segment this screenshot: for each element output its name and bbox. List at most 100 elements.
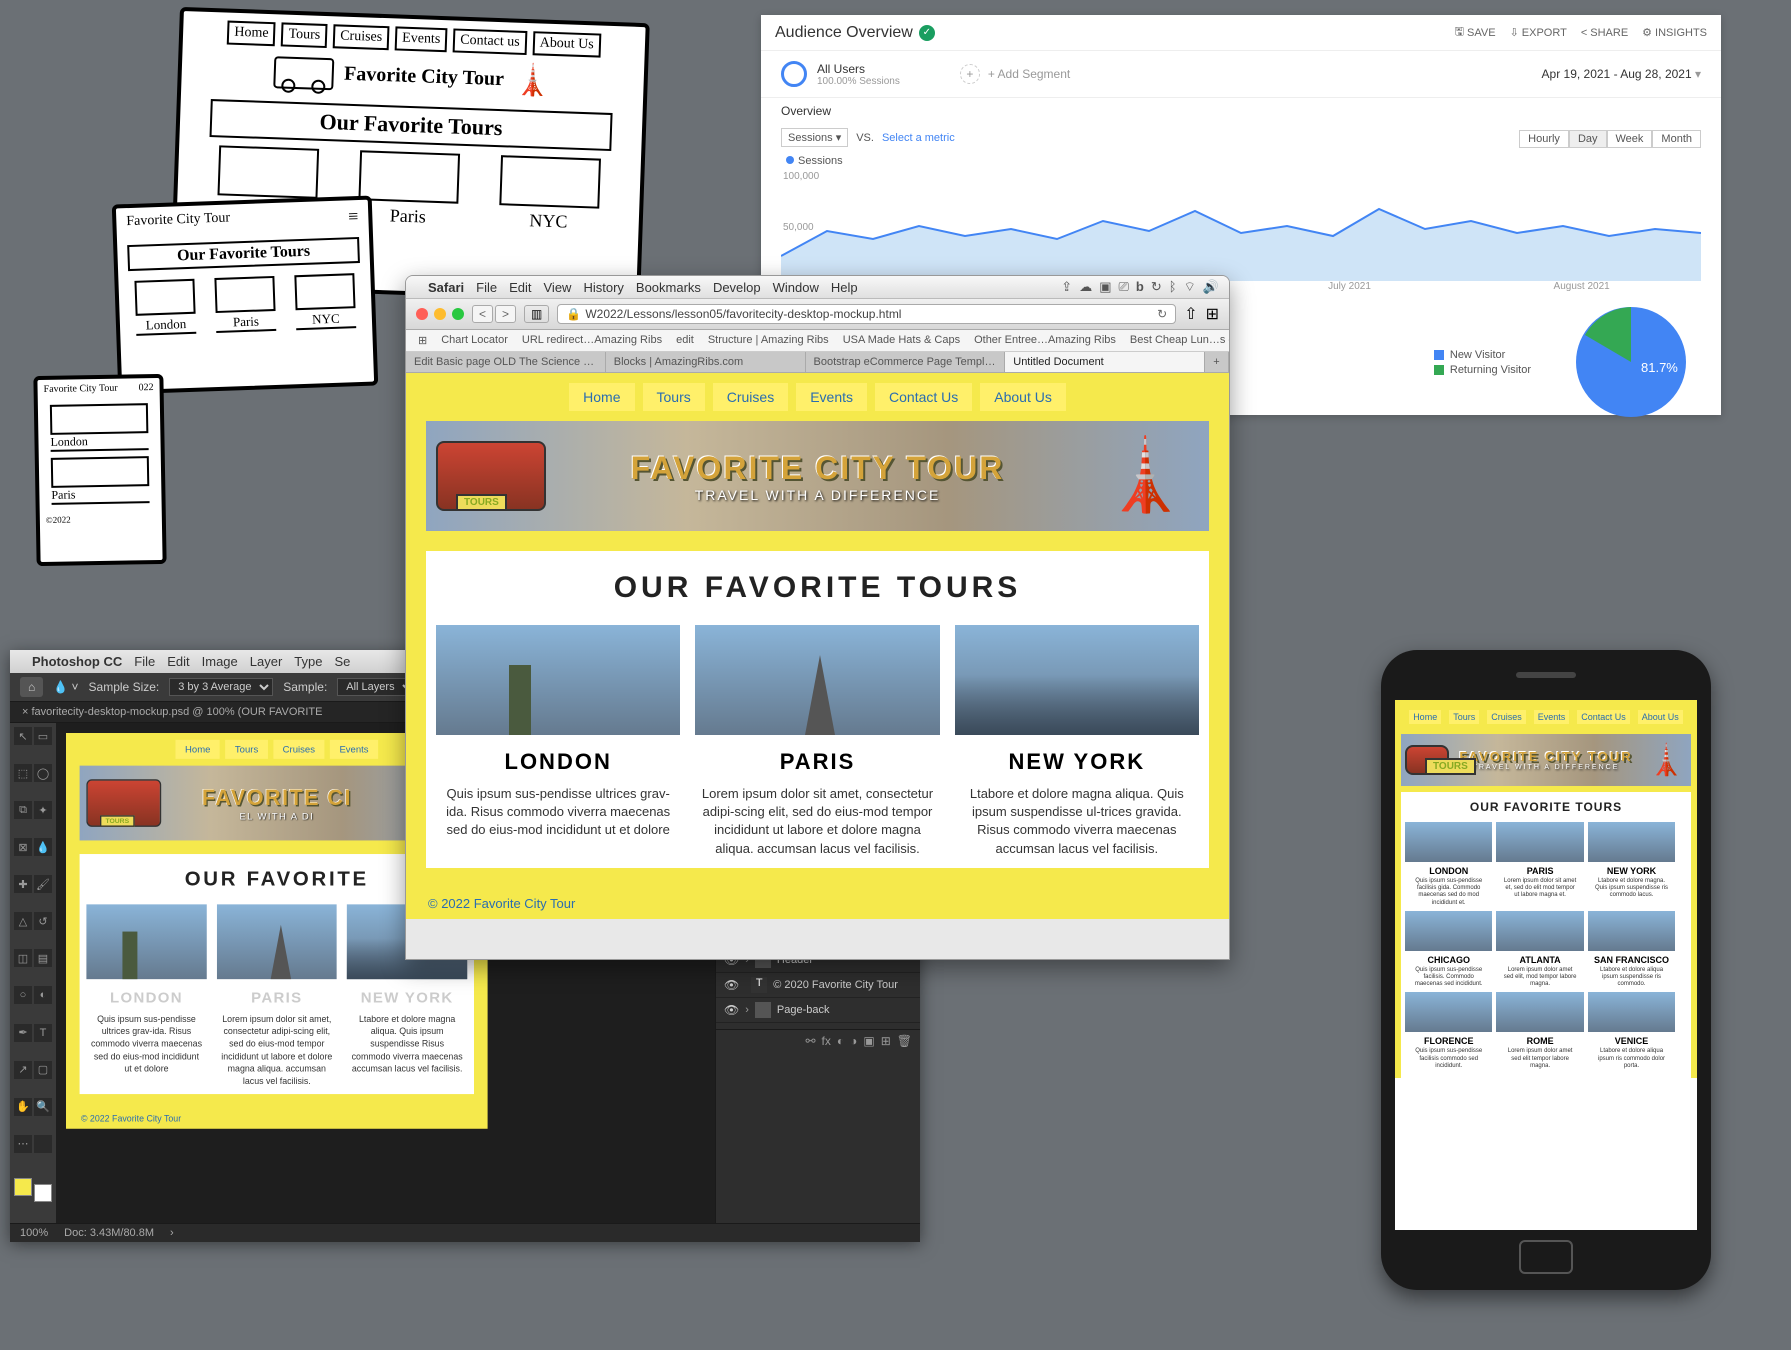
eraser-tool-icon[interactable]: ◫ bbox=[14, 949, 32, 967]
eyedropper-tool-icon[interactable]: 💧 bbox=[34, 838, 52, 856]
bluetooth-icon[interactable]: ᛒ bbox=[1169, 279, 1177, 295]
gradient-tool-icon[interactable]: ▤ bbox=[34, 949, 52, 967]
stamp-tool-icon[interactable]: △ bbox=[14, 912, 32, 930]
sidebar-button[interactable]: ▥ bbox=[524, 305, 549, 323]
heal-tool-icon[interactable]: ✚ bbox=[14, 875, 32, 893]
cloud-icon[interactable]: ☁ bbox=[1079, 279, 1092, 295]
shape-tool-icon[interactable]: ▢ bbox=[34, 1061, 52, 1079]
link-layers-icon[interactable]: ⚯ bbox=[805, 1034, 815, 1048]
menu-bookmarks[interactable]: Bookmarks bbox=[636, 280, 701, 295]
ps-menu-edit[interactable]: Edit bbox=[167, 654, 189, 669]
zoom-level[interactable]: 100% bbox=[20, 1227, 48, 1239]
menu-history[interactable]: History bbox=[583, 280, 623, 295]
wand-tool-icon[interactable]: ✦ bbox=[34, 801, 52, 819]
metric-selector[interactable]: Sessions ▾ bbox=[781, 128, 848, 147]
hand-tool-icon[interactable]: ✋ bbox=[14, 1098, 32, 1116]
zoom-tool-icon[interactable]: 🔍 bbox=[34, 1098, 52, 1116]
bookmark-item[interactable]: edit bbox=[670, 333, 700, 348]
marquee-tool-icon[interactable]: ⬚ bbox=[14, 764, 32, 782]
period-day[interactable]: Day bbox=[1569, 130, 1607, 148]
lasso-tool-icon[interactable]: ◯ bbox=[34, 764, 52, 782]
mask-icon[interactable]: ◐ bbox=[837, 1034, 844, 1048]
menu-help[interactable]: Help bbox=[831, 280, 858, 295]
menu-view[interactable]: View bbox=[544, 280, 572, 295]
nav-tours[interactable]: Tours bbox=[643, 383, 705, 411]
period-hourly[interactable]: Hourly bbox=[1519, 130, 1569, 148]
ps-app-name[interactable]: Photoshop CC bbox=[32, 654, 122, 669]
move-tool-icon[interactable]: ↖ bbox=[14, 727, 32, 745]
home-icon[interactable]: ⌂ bbox=[20, 677, 43, 697]
period-week[interactable]: Week bbox=[1607, 130, 1653, 148]
nav-cruises[interactable]: Cruises bbox=[713, 383, 788, 411]
select-metric-link[interactable]: Select a metric bbox=[882, 132, 955, 144]
menu-edit[interactable]: Edit bbox=[509, 280, 531, 295]
bookmark-item[interactable]: Chart Locator bbox=[435, 333, 514, 348]
export-button[interactable]: ⇩ EXPORT bbox=[1510, 23, 1567, 42]
group-icon[interactable]: ▣ bbox=[863, 1034, 874, 1048]
ps-menu-file[interactable]: File bbox=[134, 654, 155, 669]
ps-menu-image[interactable]: Image bbox=[202, 654, 238, 669]
period-month[interactable]: Month bbox=[1652, 130, 1701, 148]
dodge-tool-icon[interactable]: ◐ bbox=[34, 986, 52, 1004]
nav-about[interactable]: About Us bbox=[980, 383, 1066, 411]
new-tab-button[interactable]: + bbox=[1205, 352, 1229, 372]
menu-develop[interactable]: Develop bbox=[713, 280, 761, 295]
layer-row[interactable]: 👁›Page-back bbox=[716, 998, 920, 1023]
grid-icon[interactable]: ⊞ bbox=[412, 333, 433, 348]
new-layer-icon[interactable]: ⊞ bbox=[881, 1034, 891, 1048]
camera-icon[interactable]: ▣ bbox=[1099, 279, 1111, 295]
browser-tab[interactable]: Bootstrap eCommerce Page Template bbox=[806, 352, 1006, 372]
edittoolbar-icon[interactable]: ⋯ bbox=[14, 1135, 32, 1153]
nav-home[interactable]: Home bbox=[569, 383, 634, 411]
ps-menu-layer[interactable]: Layer bbox=[250, 654, 283, 669]
menu-window[interactable]: Window bbox=[773, 280, 819, 295]
ps-menu-type[interactable]: Type bbox=[294, 654, 322, 669]
add-segment-button[interactable]: ++ Add Segment bbox=[960, 61, 1070, 87]
type-tool-icon[interactable]: T bbox=[34, 1024, 52, 1042]
delete-icon[interactable]: 🗑 bbox=[897, 1034, 912, 1048]
all-users-segment[interactable]: All Users100.00% Sessions bbox=[781, 61, 900, 87]
menu-file[interactable]: File bbox=[476, 280, 497, 295]
adjustment-icon[interactable]: ◑ bbox=[850, 1034, 857, 1048]
path-tool-icon[interactable]: ↗ bbox=[14, 1061, 32, 1079]
app-name[interactable]: Safari bbox=[428, 280, 464, 295]
browser-tab-active[interactable]: Untitled Document bbox=[1005, 352, 1205, 372]
window-controls[interactable] bbox=[416, 308, 464, 320]
bookmark-item[interactable]: Best Cheap Lun…s - Thrillist bbox=[1124, 333, 1229, 348]
volume-icon[interactable]: 🔊 bbox=[1203, 279, 1219, 295]
browser-tab[interactable]: Edit Basic page OLD The Science of Kn… bbox=[406, 352, 606, 372]
wifi-icon[interactable]: ⌔ bbox=[1184, 279, 1196, 295]
sample-size-select[interactable]: 3 by 3 Average bbox=[169, 678, 273, 696]
visibility-icon[interactable]: 👁 bbox=[724, 1003, 739, 1017]
color-swatches[interactable] bbox=[14, 1178, 52, 1202]
dropbox-icon[interactable]: ⇪ bbox=[1061, 279, 1072, 295]
address-bar[interactable]: 🔒W2022/Lessons/lesson05/favoritecity-des… bbox=[557, 304, 1176, 324]
browser-tab[interactable]: Blocks | AmazingRibs.com bbox=[606, 352, 806, 372]
visibility-icon[interactable]: 👁 bbox=[724, 978, 739, 992]
phone-screen[interactable]: HomeToursCruisesEventsContact UsAbout Us… bbox=[1395, 700, 1697, 1230]
bookmark-item[interactable]: Other Entree…Amazing Ribs bbox=[968, 333, 1122, 348]
brush-tool-icon[interactable]: 🖌 bbox=[34, 875, 52, 893]
display-icon[interactable]: ⎚ bbox=[1119, 279, 1129, 295]
artboard-tool-icon[interactable]: ▭ bbox=[34, 727, 52, 745]
history-brush-icon[interactable]: ↺ bbox=[34, 912, 52, 930]
save-button[interactable]: 🖫 SAVE bbox=[1455, 23, 1496, 42]
sync-icon[interactable]: ↻ bbox=[1151, 279, 1162, 295]
bookmark-item[interactable]: URL redirect…Amazing Ribs bbox=[516, 333, 668, 348]
eyedropper-icon[interactable]: 💧 ˅ bbox=[53, 680, 78, 694]
nav-contact[interactable]: Contact Us bbox=[875, 383, 972, 411]
back-button[interactable]: < bbox=[472, 305, 493, 323]
nav-events[interactable]: Events bbox=[796, 383, 867, 411]
bookmark-item[interactable]: Structure | Amazing Ribs bbox=[702, 333, 835, 348]
date-range-picker[interactable]: Apr 19, 2021 - Aug 28, 2021 bbox=[1542, 67, 1701, 81]
fx-icon[interactable]: fx bbox=[822, 1034, 831, 1048]
bookmark-item[interactable]: USA Made Hats & Caps bbox=[837, 333, 966, 348]
frame-tool-icon[interactable]: ⊠ bbox=[14, 838, 32, 856]
blur-tool-icon[interactable]: ○ bbox=[14, 986, 32, 1004]
reload-icon[interactable]: ↻ bbox=[1157, 307, 1167, 321]
share-icon[interactable]: ⇧ bbox=[1184, 304, 1197, 324]
pen-tool-icon[interactable]: ✒ bbox=[14, 1024, 32, 1042]
crop-tool-icon[interactable]: ⧉ bbox=[14, 801, 32, 819]
layer-row[interactable]: 👁 T© 2020 Favorite City Tour bbox=[716, 973, 920, 998]
insights-button[interactable]: ⚙ INSIGHTS bbox=[1642, 23, 1707, 42]
